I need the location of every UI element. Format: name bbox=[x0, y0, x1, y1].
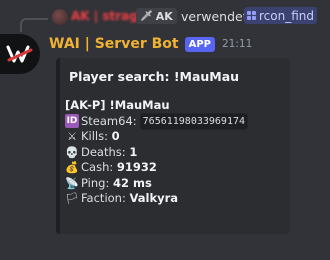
guild-tag-label: AK bbox=[155, 9, 173, 23]
command-name: rcon_find bbox=[259, 8, 314, 23]
reply-reference[interactable]: AK | strag 🗡 AK verwendet rcon_find bbox=[0, 6, 330, 32]
cash-label: Cash: bbox=[81, 160, 114, 174]
bot-username[interactable]: WAI | Server Bot bbox=[49, 36, 179, 52]
kills-line: ⚔ Kills: 0 bbox=[65, 129, 248, 145]
sword-icon: 🗡 bbox=[140, 10, 153, 22]
deaths-value: 1 bbox=[129, 144, 138, 159]
message-header: WAI | Server Bot APP 21:11 bbox=[49, 34, 252, 54]
faction-value: Valkyra bbox=[129, 191, 179, 205]
reply-avatar[interactable] bbox=[52, 9, 68, 25]
deaths-label: Deaths: bbox=[81, 144, 126, 159]
ping-value: 42 ms bbox=[113, 175, 152, 190]
app-badge: APP bbox=[184, 36, 215, 52]
steam-line: ID Steam64: 76561198033969174 bbox=[65, 112, 249, 130]
ping-label: Ping: bbox=[81, 175, 110, 190]
embed-card: Player search: !MauMau [AK-P] !MauMau ID… bbox=[56, 58, 290, 234]
guild-tag[interactable]: 🗡 AK bbox=[136, 8, 177, 24]
deaths-line: 💀 Deaths: 1 bbox=[65, 145, 248, 161]
satellite-icon: 📡 bbox=[65, 176, 79, 190]
embed-title: Player search: !MauMau bbox=[69, 69, 240, 84]
player-name-line: [AK-P] !MauMau bbox=[65, 98, 170, 112]
steam-id-code: 76561198033969174 bbox=[139, 112, 249, 130]
wai-logo-icon bbox=[6, 45, 33, 63]
reply-username[interactable]: AK | strag bbox=[71, 9, 138, 23]
faction-label: Faction: bbox=[81, 191, 126, 205]
ping-line: 📡 Ping: 42 ms bbox=[65, 176, 248, 192]
reply-spine bbox=[20, 18, 48, 32]
skull-icon: 💀 bbox=[65, 145, 79, 159]
slash-command-icon bbox=[247, 11, 256, 20]
id-icon: ID bbox=[65, 114, 79, 129]
message-timestamp[interactable]: 21:11 bbox=[222, 38, 252, 50]
bot-avatar[interactable] bbox=[0, 34, 40, 74]
faction-line: 🏳 Faction: Valkyra bbox=[65, 191, 248, 207]
kills-label: Kills: bbox=[81, 129, 108, 143]
embed-description: [AK-P] !MauMau ID Steam64: 7656119803396… bbox=[65, 98, 249, 207]
command-mention[interactable]: rcon_find bbox=[244, 7, 317, 24]
kills-value: 0 bbox=[111, 129, 120, 143]
reply-action-text: verwendet bbox=[181, 9, 248, 24]
swords-icon: ⚔ bbox=[67, 130, 77, 143]
steam-label: Steam64: bbox=[81, 113, 137, 128]
cash-line: 💰 Cash: 91932 bbox=[65, 160, 248, 176]
flag-icon: 🏳 bbox=[65, 192, 79, 205]
money-bag-icon: 💰 bbox=[65, 161, 79, 174]
cash-value: 91932 bbox=[116, 160, 157, 174]
